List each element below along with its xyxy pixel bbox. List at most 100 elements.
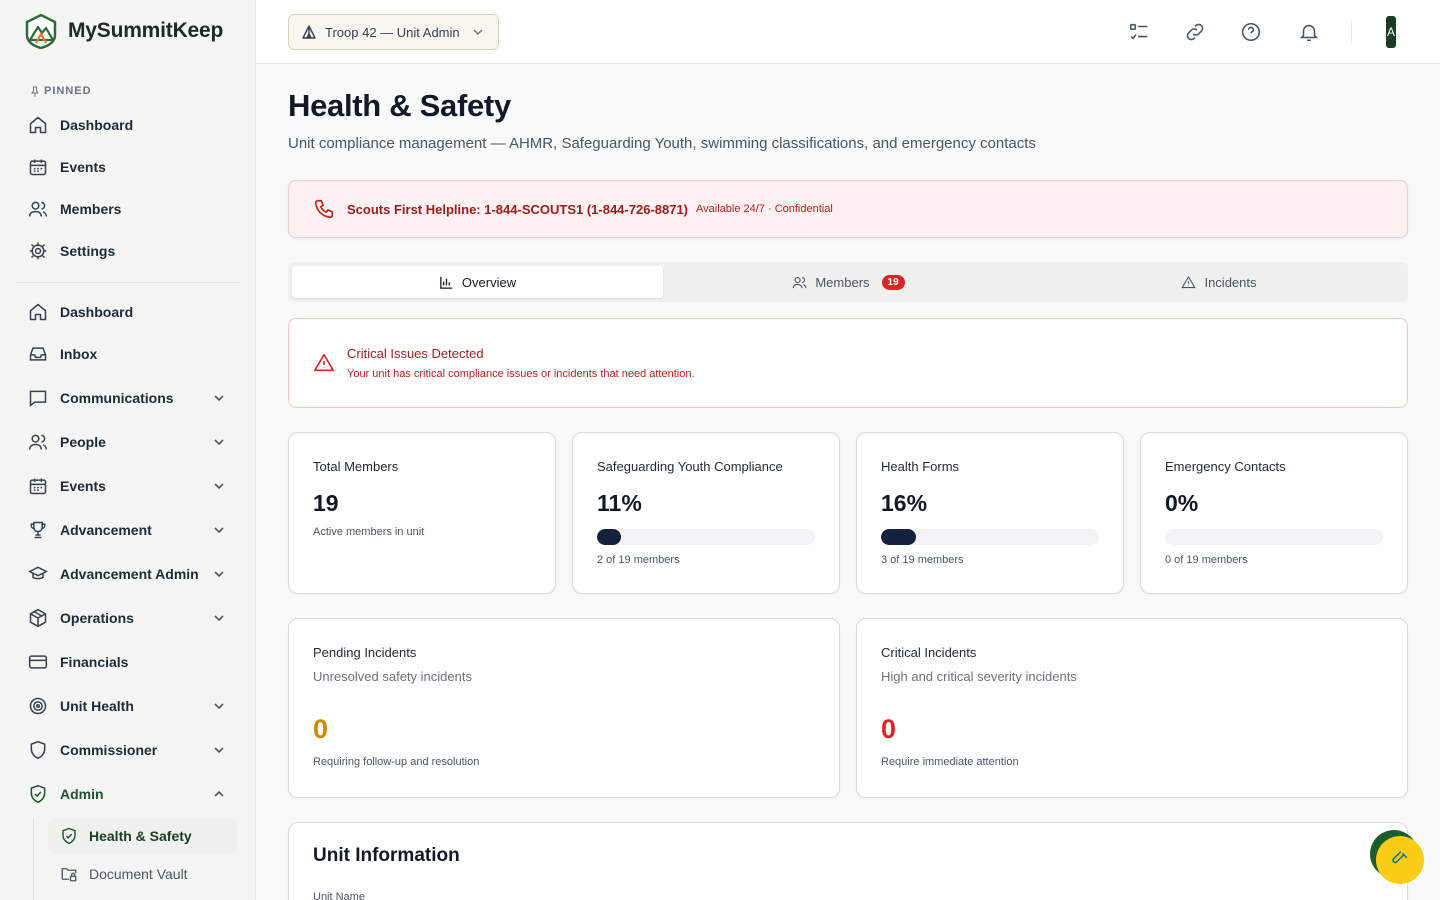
sidebar-subitem-health-safety[interactable]: Health & Safety [48,818,238,854]
inbox-icon [28,344,48,364]
stat-title: Total Members [313,459,399,474]
stat-title: Safeguarding Youth Compliance [597,459,783,474]
tab-members[interactable]: Members 19 [663,266,1034,298]
unit-selector[interactable]: Troop 42 — Unit Admin [288,14,499,50]
stat-note: 3 of 19 members [881,554,964,566]
shield-icon [28,740,48,760]
card-subtitle: Unresolved safety incidents [313,669,472,684]
users-icon [28,199,48,219]
chevron-down-icon [472,26,484,38]
sidebar-item-people[interactable]: People [16,423,240,461]
gear-icon [28,241,48,261]
stat-note: Active members in unit [313,526,425,538]
avatar[interactable]: A [1386,16,1396,48]
sidebar-item-advancement[interactable]: Advancement [16,511,240,549]
sidebar: MySummitKeep PINNED Dashboard Events Mem… [0,0,256,900]
card-subtitle: High and critical severity incidents [881,669,1077,684]
test-tube-icon [1391,851,1409,869]
sidebar-item-commissioner[interactable]: Commissioner [16,731,240,769]
pinned-item-dashboard[interactable]: Dashboard [16,106,240,144]
stat-title: Health Forms [881,459,960,474]
chevron-up-icon[interactable] [212,787,226,801]
message-icon [28,388,48,408]
stat-note: 2 of 19 members [597,554,680,566]
pinned-item-settings[interactable]: Settings [16,232,240,270]
calendar-icon [28,476,48,496]
brand[interactable]: MySummitKeep [24,13,223,49]
tab-incidents[interactable]: Incidents [1034,266,1404,298]
progress-bar [1165,529,1383,545]
campfire-tent-icon [301,24,317,40]
chevron-down-icon[interactable] [212,391,226,405]
progress-bar [597,529,815,545]
stat-value: 11% [597,490,642,516]
graduation-cap-icon [28,564,48,584]
link-icon[interactable] [1184,21,1206,43]
helpline-banner: Scouts First Helpline: 1-844-SCOUTS1 (1-… [288,180,1408,238]
sidebar-item-admin[interactable]: Admin [16,775,240,813]
bell-icon[interactable] [1298,21,1320,43]
section-title: Unit Information [313,845,460,866]
stat-value: 19 [313,490,339,516]
chevron-down-icon[interactable] [212,479,226,493]
shield-check-icon [28,784,48,804]
stat-card-total-members: Total Members 19 Active members in unit [288,432,556,594]
chevron-down-icon[interactable] [212,699,226,713]
stat-title: Emergency Contacts [1165,459,1286,474]
sidebar-item-events[interactable]: Events [16,467,240,505]
page-subtitle: Unit compliance management — AHMR, Safeg… [288,135,1036,152]
target-icon [28,696,48,716]
home-icon [28,115,48,135]
tab-overview[interactable]: Overview [292,266,663,298]
trophy-icon [28,520,48,540]
alert-description: Your unit has critical compliance issues… [347,368,695,380]
critical-issues-alert: Critical Issues Detected Your unit has c… [288,318,1408,408]
stat-value: 0% [1165,490,1199,516]
pin-icon [30,86,40,97]
warning-triangle-icon [313,352,335,374]
sidebar-item-dashboard[interactable]: Dashboard [16,293,240,331]
sidebar-subitem-document-vault[interactable]: Document Vault [48,856,238,892]
helpline-text[interactable]: Scouts First Helpline: 1-844-SCOUTS1 (1-… [347,202,688,217]
submenu-guide-line [33,818,34,900]
sidebar-item-advancement-admin[interactable]: Advancement Admin [16,555,240,593]
help-icon[interactable] [1240,21,1262,43]
floating-action-button[interactable] [1376,836,1424,884]
brand-name: MySummitKeep [68,19,224,42]
progress-fill [881,529,916,545]
chevron-down-icon[interactable] [212,567,226,581]
pending-incidents-card: Pending Incidents Unresolved safety inci… [288,618,840,798]
stat-card-health-forms: Health Forms 16% 3 of 19 members [856,432,1124,594]
chevron-down-icon[interactable] [212,523,226,537]
sidebar-item-unit-health[interactable]: Unit Health [16,687,240,725]
bar-chart-icon [439,275,454,290]
package-icon [28,608,48,628]
pinned-item-members[interactable]: Members [16,190,240,228]
chevron-down-icon[interactable] [212,435,226,449]
mountain-logo-icon [24,13,58,49]
alert-title: Critical Issues Detected [347,346,484,361]
users-icon [792,275,807,290]
sidebar-item-inbox[interactable]: Inbox [16,335,240,373]
chevron-down-icon[interactable] [212,743,226,757]
unit-name-label: Unit Name [313,891,365,900]
credit-card-icon [28,652,48,672]
home-icon [28,302,48,322]
topbar-divider [1351,20,1352,44]
critical-incidents-card: Critical Incidents High and critical sev… [856,618,1408,798]
folder-lock-icon [60,865,78,883]
stat-note: 0 of 19 members [1165,554,1248,566]
sidebar-item-communications[interactable]: Communications [16,379,240,417]
phone-icon [313,198,335,220]
checklist-icon[interactable] [1128,21,1150,43]
pinned-item-events[interactable]: Events [16,148,240,186]
unit-selector-label: Troop 42 — Unit Admin [325,24,460,40]
card-title: Critical Incidents [881,645,977,660]
members-count-badge: 19 [881,274,905,290]
pinned-section-label: PINNED [30,85,92,97]
sidebar-item-operations[interactable]: Operations [16,599,240,637]
sidebar-item-financials[interactable]: Financials [16,643,240,681]
chevron-down-icon[interactable] [212,611,226,625]
users-icon [28,432,48,452]
card-title: Pending Incidents [313,645,417,660]
